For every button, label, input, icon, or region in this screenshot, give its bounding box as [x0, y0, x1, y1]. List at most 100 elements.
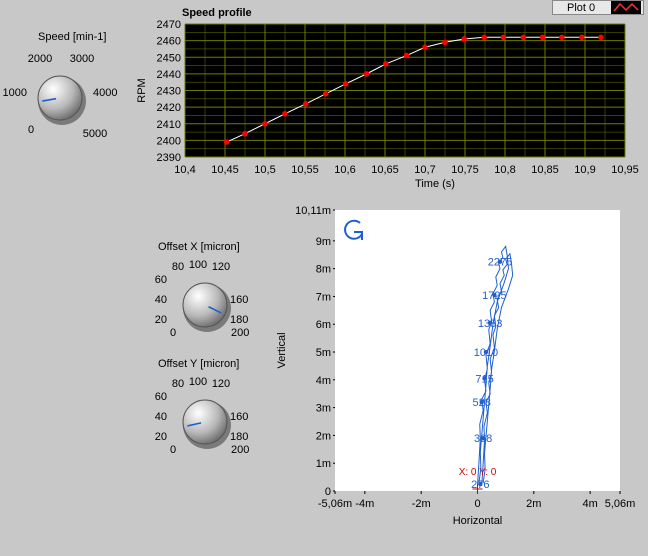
speed-knob-tick-label: 5000	[83, 128, 107, 140]
xy-x-tick-label: -5,06m	[318, 498, 352, 510]
xy-x-axis-label: Horizontal	[453, 515, 503, 527]
speed-x-tick-label: 10,85	[531, 164, 559, 176]
offset-x-knob-tick-label: 60	[155, 274, 167, 286]
xy-x-tick-label: -2m	[412, 498, 431, 510]
offset-y-knob-tick-label: 60	[155, 391, 167, 403]
speed-y-tick-label: 2420	[157, 102, 181, 114]
offset-x-knob-body[interactable]	[182, 282, 228, 328]
xy-x-tick-label: -4m	[355, 498, 374, 510]
speed-y-tick-label: 2430	[157, 86, 181, 98]
offset-x-knob-dial[interactable]: 020 40 60 80 100 120 160 180200	[145, 255, 275, 350]
speed-data-point[interactable]	[520, 34, 527, 41]
speed-chart-title: Speed profile	[182, 7, 252, 19]
speed-data-point[interactable]	[461, 36, 468, 42]
speed-data-point[interactable]	[363, 71, 370, 77]
xy-y-tick-label: 7m	[316, 291, 331, 303]
speed-knob-tick-label: 3000	[70, 53, 94, 65]
speed-x-tick-label: 10,75	[451, 164, 479, 176]
speed-y-tick-label: 2450	[157, 52, 181, 64]
speed-data-point[interactable]	[481, 34, 488, 41]
speed-data-point[interactable]	[559, 34, 565, 41]
xy-point-label: 1333	[478, 318, 502, 330]
offset-x-knob-tick-label: 180	[230, 314, 248, 326]
xy-y-tick-label: 10,11m	[295, 205, 331, 217]
xy-y-tick-label: 5m	[316, 347, 331, 359]
offset-x-knob-tick-label: 0	[170, 327, 176, 339]
xy-point-label: 1725	[482, 290, 506, 302]
speed-y-tick-label: 2400	[157, 135, 181, 147]
offset-x-knob-label: Offset X [micron]	[158, 241, 240, 253]
offset-x-knob[interactable]: 0 20 40 60 80 100 120 160 180 200	[145, 255, 275, 350]
speed-data-point[interactable]	[442, 39, 448, 46]
speed-x-tick-label: 10,65	[371, 164, 399, 176]
speed-data-point[interactable]	[282, 110, 288, 117]
offset-y-knob-tick-label: 200	[231, 444, 249, 456]
speed-data-point[interactable]	[323, 91, 329, 97]
line-style-icon	[613, 2, 639, 12]
xy-x-tick-label: 0	[474, 498, 480, 510]
xy-chart[interactable]: 0 1m 2m 3m 4m 5m 6m 7m 8m 9m 10,11m -5,06m -4m -2m 0 2m…	[270, 200, 645, 530]
plot-legend-label: Plot 0	[567, 2, 596, 14]
speed-data-point[interactable]	[598, 34, 604, 41]
speed-data-point[interactable]	[343, 81, 349, 87]
speed-y-tick-label: 2390	[157, 152, 181, 164]
offset-y-knob[interactable]: 0 20 40 60 80 100 120 160 180 200	[145, 372, 275, 467]
offset-x-knob-tick-label: 120	[212, 261, 230, 273]
xy-point-label: 715	[475, 373, 493, 385]
xy-y-tick-label: 9m	[316, 236, 331, 248]
offset-y-knob-tick-label: 20	[155, 431, 167, 443]
offset-y-knob-tick-label: 160	[230, 411, 248, 423]
speed-data-point[interactable]	[403, 52, 410, 59]
speed-knob-tick-label: 1000	[3, 87, 27, 99]
offset-y-knob-body[interactable]	[182, 399, 228, 445]
speed-data-point[interactable]	[383, 61, 389, 67]
xy-y-tick-label: 2m	[316, 430, 331, 442]
speed-knob-body[interactable]	[37, 75, 83, 121]
plot-legend[interactable]: Plot 0	[552, 0, 644, 15]
speed-knob-dial[interactable]: 0 1000 2000 3000 4000 5000	[0, 48, 130, 143]
speed-y-tick-label: 2410	[157, 119, 181, 131]
speed-knob[interactable]: 0 1000 2000 3000 4000 5000	[0, 48, 130, 143]
speed-x-tick-label: 10,7	[414, 164, 435, 176]
xy-y-tick-label: 6m	[316, 319, 331, 331]
xy-x-tick-label: 2m	[526, 498, 541, 510]
xy-y-tick-label: 1m	[316, 458, 331, 470]
speed-y-tick-label: 2470	[157, 20, 181, 31]
offset-x-knob-tick-label: 200	[231, 327, 249, 339]
offset-y-knob-tick-label: 40	[155, 411, 167, 423]
speed-data-point[interactable]	[223, 139, 230, 145]
offset-y-knob-tick-label: 100	[189, 376, 207, 388]
speed-y-tick-label: 2440	[157, 69, 181, 81]
speed-x-tick-label: 10,9	[574, 164, 595, 176]
offset-y-knob-dial[interactable]: 020 40 60 80 100 120 160 180200	[145, 372, 275, 467]
xy-y-tick-label: 3m	[316, 403, 331, 415]
offset-x-knob-tick-label: 100	[189, 259, 207, 271]
speed-knob-tick-label: 4000	[93, 87, 117, 99]
speed-data-point[interactable]	[539, 34, 546, 41]
speed-x-tick-label: 10,5	[254, 164, 275, 176]
speed-data-point[interactable]	[242, 130, 248, 137]
speed-data-point[interactable]	[422, 44, 428, 51]
xy-y-tick-label: 4m	[316, 375, 331, 387]
plot-legend-swatch	[611, 1, 641, 14]
speed-data-point[interactable]	[262, 120, 268, 127]
xy-point-label: 1010	[474, 347, 498, 359]
speed-data-point[interactable]	[303, 101, 309, 107]
speed-data-point[interactable]	[500, 34, 507, 41]
speed-chart[interactable]: 10,4 10,45 10,5 10,55 10,6 10,65 10,7 10,75 10,8…	[130, 20, 640, 196]
xy-point-label: 2275	[488, 257, 512, 269]
xy-point-label: 528	[473, 397, 491, 409]
xy-y-axis-label: Vertical	[276, 332, 288, 368]
speed-data-point[interactable]	[579, 34, 585, 41]
speed-x-tick-label: 10,8	[494, 164, 515, 176]
xy-point-label: 368	[474, 433, 492, 445]
cursor-label: X: 0 Y: 0	[459, 467, 497, 478]
speed-x-tick-label: 10,6	[334, 164, 355, 176]
offset-y-knob-tick-label: 180	[230, 431, 248, 443]
offset-x-knob-tick-label: 160	[230, 294, 248, 306]
xy-y-tick-label: 0	[325, 486, 331, 498]
xy-x-tick-label: 4m	[583, 498, 598, 510]
xy-y-tick-label: 8m	[316, 264, 331, 276]
speed-y-tick-label: 2460	[157, 36, 181, 48]
speed-x-tick-label: 10,45	[211, 164, 239, 176]
